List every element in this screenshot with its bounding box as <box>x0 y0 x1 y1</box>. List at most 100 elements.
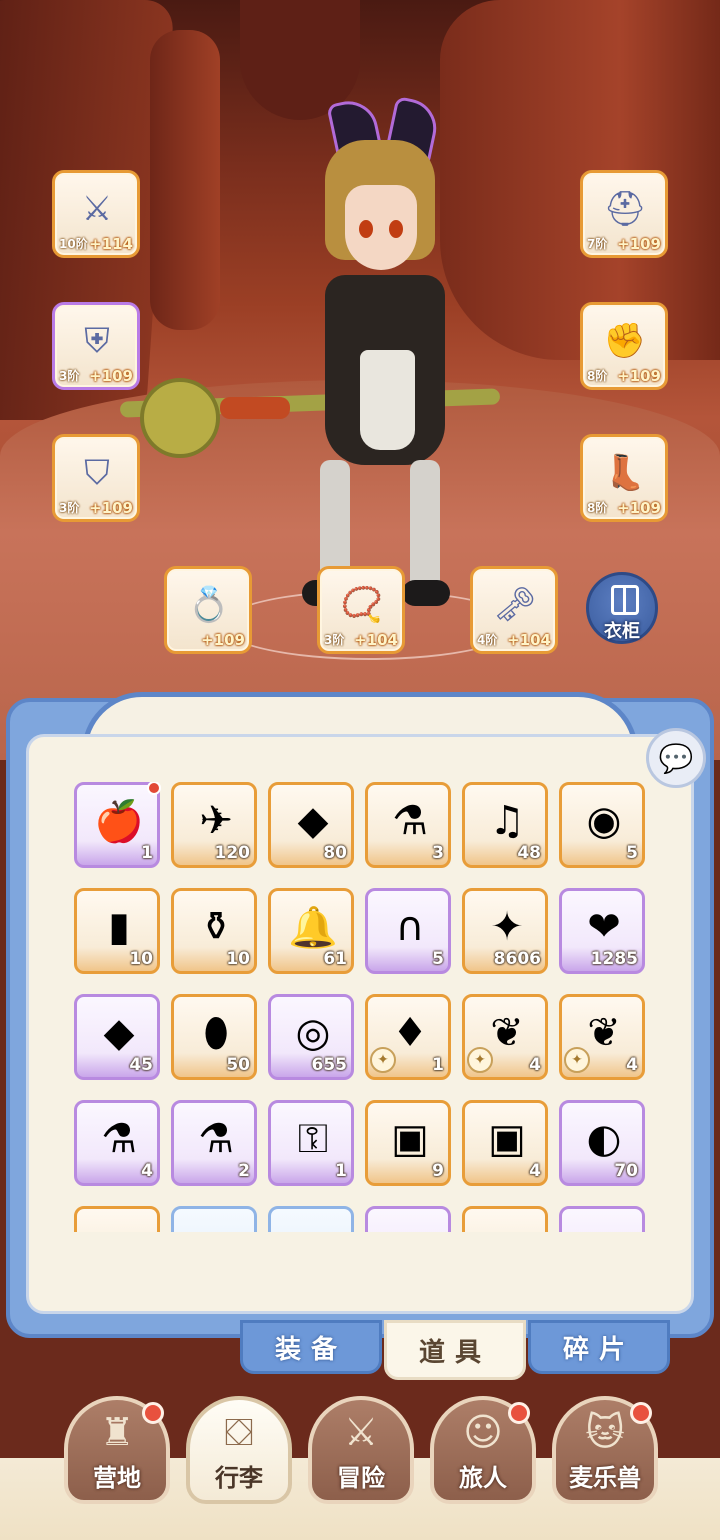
inventory-item[interactable]: ⚿ 1 <box>268 1100 354 1186</box>
character-eye-left <box>359 220 373 238</box>
inventory-item[interactable]: 🔔 61 <box>268 888 354 974</box>
inventory-item[interactable]: 🍎 1 <box>74 782 161 868</box>
item-count: 3 <box>432 843 444 863</box>
notification-dot <box>142 1402 164 1424</box>
nav-travelers-label: 旅人 <box>459 1464 507 1492</box>
bell-icon: 🔔 <box>288 904 338 951</box>
item-count: 45 <box>129 1055 153 1075</box>
inventory-item[interactable]: ◆ 45 <box>74 994 160 1080</box>
heart-coin-icon: ◎ <box>295 1010 331 1056</box>
equip-slot-charm[interactable]: 🗝 4阶 +104 <box>470 566 558 654</box>
notification-dot <box>630 1402 652 1424</box>
inventory-item[interactable]: ◉ 5 <box>559 782 645 868</box>
inventory-item[interactable]: ❤ 1285 <box>559 888 645 974</box>
enhance-level: +104 <box>354 631 398 649</box>
nav-bag[interactable]: ⛋ 行李 <box>186 1396 292 1504</box>
inventory-item[interactable] <box>171 1206 257 1232</box>
partial-item-icon <box>479 1217 535 1232</box>
sword-badge-icon: ✦ <box>370 1047 396 1073</box>
key-badge-icon: ✦ <box>564 1047 590 1073</box>
inventory-item[interactable] <box>559 1206 645 1232</box>
blue-card-icon: ▣ <box>391 1116 429 1162</box>
wardrobe-button[interactable]: 衣柜 <box>586 572 658 644</box>
wardrobe-icon <box>611 585 639 615</box>
inventory-item[interactable]: ♦ 1 ✦ <box>365 994 451 1080</box>
nav-pets[interactable]: 🐱 麦乐兽 <box>552 1396 658 1504</box>
enhance-level: +104 <box>507 631 551 649</box>
player-character[interactable] <box>280 95 480 620</box>
inventory-item[interactable]: ⚗ 4 <box>74 1100 160 1186</box>
item-count: 8606 <box>493 949 541 969</box>
item-count: 4 <box>529 1161 541 1181</box>
inventory-item[interactable]: ▮ 10 <box>74 888 160 974</box>
equip-slot-ring[interactable]: 💍 +109 <box>164 566 252 654</box>
inventory-item[interactable]: ❦ 4 ✦ <box>462 994 548 1080</box>
tier-label: 3阶 <box>324 633 345 647</box>
enhance-level: +109 <box>89 367 133 385</box>
chestplate-icon: ⛨ <box>84 321 110 361</box>
tab-items[interactable]: 道具 <box>384 1320 526 1380</box>
partial-item-icon <box>188 1217 244 1232</box>
character-face <box>345 185 417 270</box>
inventory-item[interactable]: ⬮ 50 <box>171 994 257 1080</box>
nav-pets-label: 麦乐兽 <box>569 1464 641 1492</box>
boots-icon: 👢 <box>603 453 647 493</box>
equip-slot-boots[interactable]: 👢 8阶 +109 <box>580 434 668 522</box>
item-count: 1 <box>335 1161 347 1181</box>
equip-slot-armor[interactable]: ⛨ 3阶 +109 <box>52 302 140 390</box>
item-count: 9 <box>432 1161 444 1181</box>
nav-camp-label: 营地 <box>93 1464 141 1492</box>
nav-travelers[interactable]: ☺ 旅人 <box>430 1396 536 1504</box>
tier-label: 8阶 <box>587 501 608 515</box>
inventory-item[interactable] <box>74 1206 160 1232</box>
chat-bubble-icon: 💬 <box>658 741 694 775</box>
tier-label: 3阶 <box>59 369 80 383</box>
inventory-item[interactable]: ∩ 5 <box>365 888 451 974</box>
inventory-item[interactable] <box>268 1206 354 1232</box>
inventory-item[interactable]: ⚗ 2 <box>171 1100 257 1186</box>
tab-fragments[interactable]: 碎片 <box>528 1320 670 1374</box>
purple-gem-icon: ◆ <box>103 1010 135 1056</box>
nav-camp[interactable]: ♜ 营地 <box>64 1396 170 1504</box>
item-count: 5 <box>432 949 444 969</box>
inventory-grid[interactable]: 🍎 1 ✈ 120 ◆ 80 ⚗ 3 ♫ 48 ◉ 5 ▮ 10 ⚱ 10 🔔 61 ∩ 5 ✦ 8606 ❤ 1285 ◆ 45… <box>74 782 654 1232</box>
equip-slot-pants[interactable]: ⛉ 3阶 +109 <box>52 434 140 522</box>
heart-icon: ❤ <box>587 904 621 950</box>
inventory-item[interactable]: ▣ 4 <box>462 1100 548 1186</box>
tab-equipment[interactable]: 装备 <box>240 1320 382 1374</box>
equip-slot-gloves[interactable]: ✊ 8阶 +109 <box>580 302 668 390</box>
inventory-item[interactable]: ♫ 48 <box>462 782 548 868</box>
character-shoe-right <box>402 580 450 606</box>
rainbow-bottle-icon: ⚱ <box>199 904 233 950</box>
enhance-level: +109 <box>617 235 661 253</box>
item-count: 1285 <box>590 949 638 969</box>
equip-slot-weapon[interactable]: ⚔ 10阶 +114 <box>52 170 140 258</box>
tier-label: 4阶 <box>477 633 498 647</box>
golden-key-icon: ⚿ <box>297 1116 329 1162</box>
inventory-item[interactable]: ◆ 80 <box>268 782 354 868</box>
tier-label: 7阶 <box>587 237 608 251</box>
blue-potion-icon: ⚗ <box>392 798 428 844</box>
inventory-item[interactable]: ◐ 70 <box>559 1100 645 1186</box>
nav-adventure[interactable]: ⚔ 冒险 <box>308 1396 414 1504</box>
inventory-item[interactable] <box>365 1206 451 1232</box>
inventory-item[interactable]: ⚗ 3 <box>365 782 451 868</box>
inventory-item[interactable] <box>462 1206 548 1232</box>
inventory-item[interactable]: ◎ 655 <box>268 994 354 1080</box>
chat-button[interactable]: 💬 <box>646 728 706 788</box>
gold-crystal-icon: ◆ <box>297 798 329 844</box>
enhance-level: +109 <box>617 367 661 385</box>
item-count: 4 <box>626 1055 638 1075</box>
inventory-item[interactable]: ▣ 9 <box>365 1100 451 1186</box>
character-eye-right <box>389 220 403 238</box>
item-count: 1 <box>432 1055 444 1075</box>
equip-slot-necklace[interactable]: 📿 3阶 +104 <box>317 566 405 654</box>
inventory-item[interactable]: ⚱ 10 <box>171 888 257 974</box>
inventory-item[interactable]: ✈ 120 <box>171 782 257 868</box>
lyre-icon: ♫ <box>489 798 525 844</box>
inventory-item[interactable]: ❦ 4 ✦ <box>559 994 645 1080</box>
inventory-item[interactable]: ✦ 8606 <box>462 888 548 974</box>
equip-slot-helmet[interactable]: ⛑ 7阶 +109 <box>580 170 668 258</box>
enhance-level: +109 <box>201 631 245 649</box>
item-count: 5 <box>626 843 638 863</box>
